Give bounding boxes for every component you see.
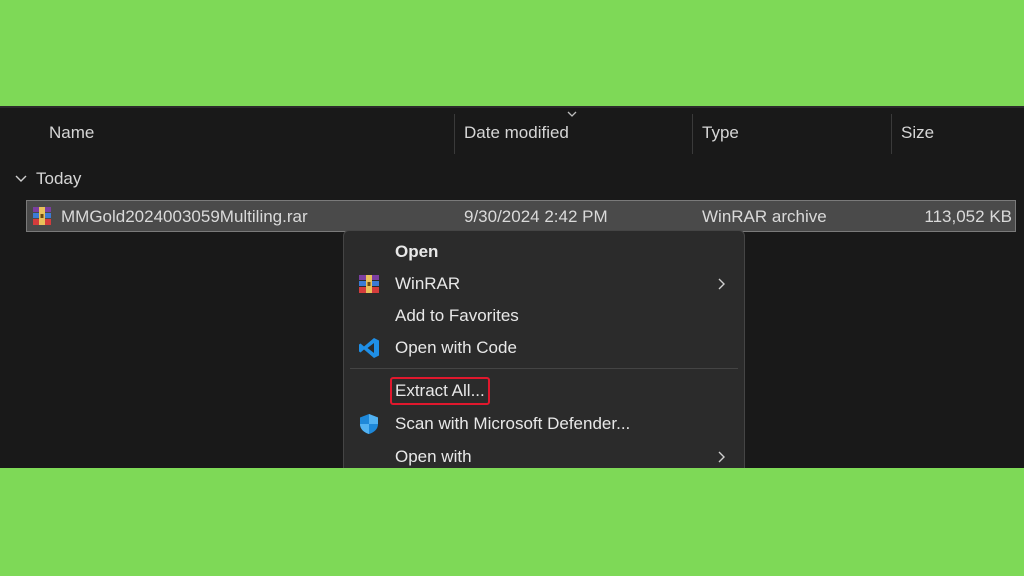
group-header-today[interactable]: Today (14, 166, 81, 192)
file-name: MMGold2024003059Multiling.rar (61, 207, 308, 226)
winrar-archive-icon (33, 207, 51, 225)
menu-item-winrar[interactable]: WinRAR (344, 268, 744, 300)
column-header-date-modified[interactable]: Date modified (464, 108, 569, 156)
column-divider[interactable] (891, 114, 892, 154)
chevron-right-icon (718, 451, 725, 463)
menu-item-open-with-code[interactable]: Open with Code (344, 332, 744, 364)
group-label: Today (36, 169, 82, 188)
file-row[interactable]: MMGold2024003059Multiling.rar 9/30/2024 … (26, 200, 1016, 232)
menu-separator (350, 368, 738, 369)
menu-item-add-to-favorites[interactable]: Add to Favorites (344, 300, 744, 332)
menu-item-label: Extract All... (395, 381, 485, 400)
winrar-icon (359, 275, 379, 293)
column-header-row: Name Date modified Type Size (0, 108, 1024, 156)
column-header-size[interactable]: Size (901, 108, 934, 156)
chevron-right-icon (718, 278, 725, 290)
menu-item-extract-all[interactable]: Extract All... (344, 375, 744, 407)
menu-item-label: Open (395, 242, 439, 261)
menu-item-label: Add to Favorites (395, 306, 519, 325)
file-size: 113,052 KB (924, 207, 1012, 226)
vscode-icon (359, 338, 379, 358)
background-band (0, 468, 1024, 576)
menu-item-scan-with-defender[interactable]: Scan with Microsoft Defender... (344, 408, 744, 440)
highlight-box: Extract All... (390, 377, 490, 405)
chevron-down-icon (15, 175, 27, 182)
column-header-type[interactable]: Type (702, 108, 739, 156)
menu-item-label: Scan with Microsoft Defender... (395, 414, 631, 433)
file-type: WinRAR archive (702, 207, 827, 226)
file-date-modified: 9/30/2024 2:42 PM (464, 207, 608, 226)
column-divider[interactable] (692, 114, 693, 154)
column-divider[interactable] (454, 114, 455, 154)
menu-item-label: Open with Code (395, 338, 517, 357)
context-menu: Open WinRAR Add to Favorites Open with C… (343, 230, 745, 490)
menu-item-label: WinRAR (395, 274, 461, 293)
menu-item-open[interactable]: Open (344, 236, 744, 268)
column-header-name[interactable]: Name (49, 108, 94, 156)
defender-shield-icon (360, 414, 378, 434)
